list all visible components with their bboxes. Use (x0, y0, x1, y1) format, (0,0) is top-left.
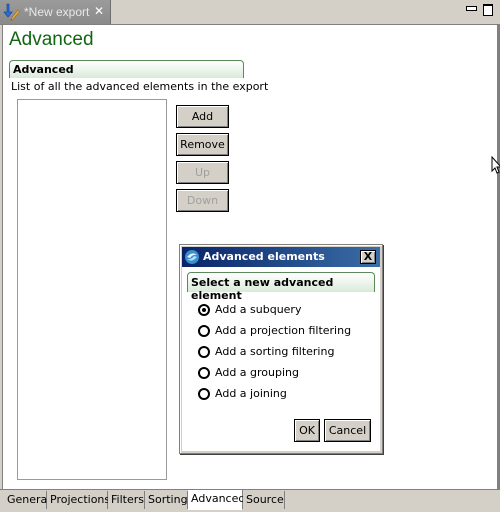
dialog-title: Advanced elements (203, 250, 325, 263)
ok-button[interactable]: OK (294, 419, 320, 442)
dialog-body: Select a new advanced element Add a subq… (182, 267, 380, 451)
advanced-elements-dialog: Advanced elements X Select a new advance… (179, 244, 383, 454)
tab-projections[interactable]: Projections (47, 491, 110, 509)
cancel-button[interactable]: Cancel (324, 419, 371, 442)
app-logo-icon (185, 250, 199, 264)
radio-button[interactable] (198, 388, 210, 400)
dialog-titlebar[interactable]: Advanced elements X (182, 247, 380, 267)
bottom-tab-bar: General Projections Filters Sorting Adva… (0, 489, 500, 512)
radio-label: Add a sorting filtering (215, 345, 335, 358)
radio-label: Add a projection filtering (215, 324, 352, 337)
editor-tab-title: *New export (24, 5, 90, 19)
radio-button-checked[interactable] (198, 304, 210, 316)
up-button[interactable]: Up (176, 161, 229, 184)
down-button[interactable]: Down (176, 189, 229, 212)
radio-label: Add a grouping (215, 366, 299, 379)
close-icon[interactable]: X (360, 250, 376, 264)
radio-label: Add a subquery (215, 303, 302, 316)
tab-sorting[interactable]: Sorting (145, 491, 188, 509)
radio-label: Add a joining (215, 387, 287, 400)
radio-button[interactable] (198, 346, 210, 358)
editor-tab-bar: *New export ✕ (0, 0, 500, 25)
editor-tab-new-export[interactable]: *New export ✕ (0, 0, 111, 24)
dialog-section-header: Select a new advanced element (187, 272, 375, 302)
advanced-elements-list[interactable] (17, 99, 167, 480)
dialog-section-title: Select a new advanced element (191, 276, 334, 302)
radio-button[interactable] (198, 367, 210, 379)
section-header: Advanced (9, 60, 244, 78)
radio-button[interactable] (198, 325, 210, 337)
section-title: Advanced (13, 63, 74, 76)
page-title: Advanced (9, 29, 94, 50)
section-description: List of all the advanced elements in the… (11, 80, 269, 93)
tab-source[interactable]: Source (243, 491, 285, 509)
remove-button[interactable]: Remove (176, 133, 229, 156)
tab-filters[interactable]: Filters (108, 491, 145, 509)
close-icon[interactable]: ✕ (93, 5, 105, 17)
tab-advanced[interactable]: Advanced (188, 490, 245, 510)
pencil-arrow-icon (3, 3, 20, 21)
mouse-cursor-icon (491, 156, 500, 174)
add-button[interactable]: Add (176, 105, 229, 128)
tab-general[interactable]: General (4, 491, 50, 509)
maximize-icon[interactable] (483, 4, 494, 16)
minimize-icon[interactable] (466, 4, 477, 14)
